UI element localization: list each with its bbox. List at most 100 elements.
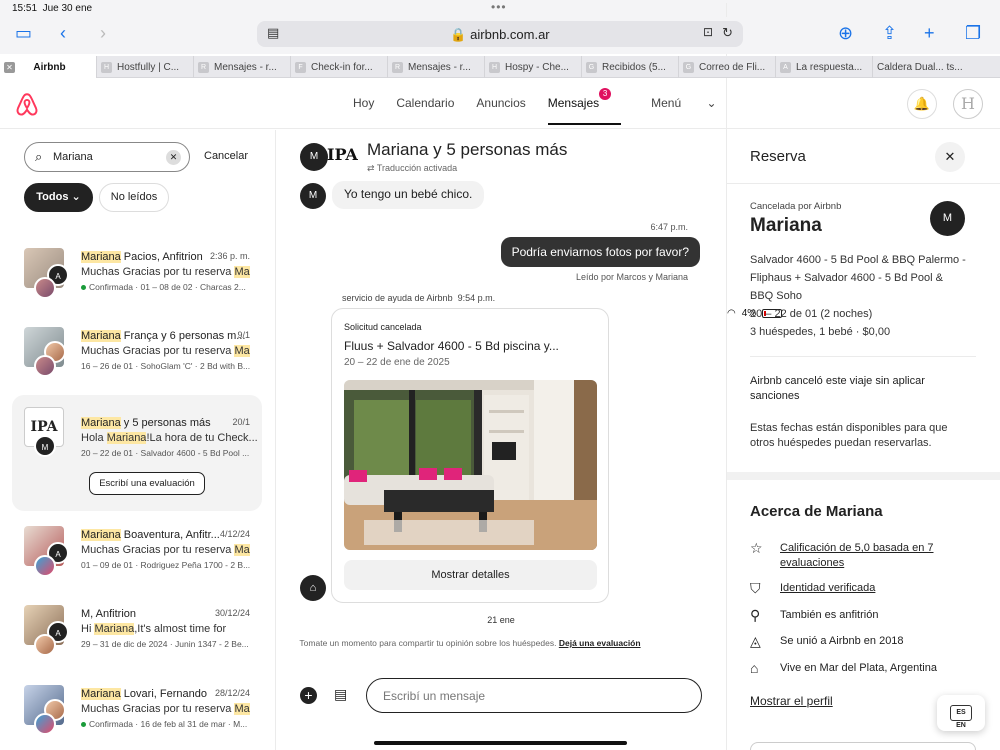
back-icon[interactable]: ‹ [60,23,66,43]
conversation-date: 28/12/24 [214,688,250,698]
filter-todos[interactable]: Todos ⌄ [24,183,93,212]
reservation-card: Solicitud cancelada Fluus + Salvador 460… [331,308,609,603]
new-tab-icon[interactable]: + [924,23,935,43]
search-icon: ⌕ [35,149,43,164]
conversation-name: Mariana Lovari, Fernando [81,688,207,700]
tab-recibidos[interactable]: G Recibidos (5... [582,56,679,78]
list-item[interactable]: A M, Anfitrion 30/12/24 Hi Mariana,It's … [12,605,262,665]
nav-mensajes[interactable]: Mensajes 3 [547,88,622,125]
reload-icon[interactable]: ↻ [722,25,733,41]
status-dot-icon [81,285,86,291]
show-profile-link[interactable]: Mostrar el perfil [750,694,833,708]
notifications-bell-icon[interactable]: 🔔 [907,89,937,119]
list-item[interactable]: A Mariana Boaventura, Anfitr... 4/12/24 … [12,526,262,586]
reservation-header: Reserva ✕ [727,130,1000,184]
message-time: 6:47 p.m. [650,222,688,232]
tab-respuesta[interactable]: A La respuesta... [776,56,873,78]
chevron-down-icon: ⌄ [706,96,717,110]
tab-correo[interactable]: G Correo de Fli... [679,56,776,78]
status-dot-icon [81,722,86,728]
about-title: Acerca de Mariana [750,503,883,520]
reservation-details: Salvador 4600 - 5 Bd Pool & BBQ Palermo … [750,254,966,338]
search-input[interactable]: ⌕ Mariana ✕ [24,142,190,172]
list-item[interactable]: Mariana França y 6 personas m... 9/1 Muc… [12,327,262,387]
guest-avatar [34,355,56,377]
filter-no-leidos[interactable]: No leídos [99,183,169,212]
tab-hospy[interactable]: H Hospy - Che... [485,56,582,78]
sender-avatar: M [300,183,326,209]
tabs-overview-icon[interactable]: ❐ [965,23,981,43]
card-title: Fluus + Salvador 4600 - 5 Bd piscina y..… [344,339,559,353]
guest-avatar [34,555,56,577]
translate-toggle-button[interactable]: ES EN [937,695,985,731]
listing-photo[interactable] [344,380,597,550]
nav-menu[interactable]: Menú ⌄ [651,96,738,110]
nav-hoy[interactable]: Hoy [353,96,374,110]
conversation-meta: 20 – 22 de 01 · Salvador 4600 - 5 Bd Poo… [81,448,250,458]
share-icon[interactable]: ⇪ [882,23,897,43]
close-icon[interactable]: ✕ [935,142,965,172]
divider [750,356,976,357]
add-attachment-icon[interactable]: + [300,687,317,704]
status-bar: 15:51 Jue 30 ene ••• ◠ 4% [0,0,1000,623]
conversation-name: Mariana Boaventura, Anfitr... [81,529,220,541]
show-details-button[interactable]: Mostrar detalles [344,560,597,590]
chat-panel: M IPA Mariana y 5 personas más ⇄ Traducc… [277,130,725,750]
tab-hostfully[interactable]: H Hostfully | C... [97,56,194,78]
availability-note: Estas fechas están disponibles para que … [750,422,948,449]
star-icon: ☆ [750,540,763,556]
quick-replies-icon[interactable]: ▤ [334,686,347,703]
conversation-date: 2:36 p. m. [209,251,250,261]
tab-caldera[interactable]: Caldera Dual... ts... [873,56,1000,78]
conversation-meta: Confirmada · 01 – 08 de 02 · Charcas 2..… [81,282,251,292]
message-outgoing: Podría enviarnos fotos por favor? [500,237,700,267]
chat-header: M IPA Mariana y 5 personas más ⇄ Traducc… [277,130,725,180]
message-input[interactable]: Escribí un mensaje [366,678,702,713]
nav-anuncios[interactable]: Anuncios [476,96,525,110]
tab-airbnb[interactable]: ✕ Airbnb [0,56,97,78]
chat-title[interactable]: Mariana y 5 personas más [367,140,567,160]
reservation-panel: Reserva ✕ Cancelada por Airbnb Mariana M… [726,130,1000,750]
home-indicator[interactable] [374,741,627,745]
tab-mensajes-2[interactable]: R Mensajes - r... [388,56,485,78]
message-incoming: Yo tengo un bebé chico. [332,181,485,209]
airbnb-logo-icon[interactable] [14,91,40,117]
download-icon[interactable]: ⊕ [838,23,853,43]
write-review-button[interactable]: Escribí una evaluación [89,472,205,495]
guest-name: Mariana [750,215,822,236]
address-bar[interactable]: ▤ 🔒 airbnb.com.ar ⊡ ↻ [257,21,743,47]
tab-bar-icon[interactable]: ⊡ [703,25,713,39]
leave-review-link[interactable]: Dejá una evaluación [559,638,641,648]
list-item[interactable]: Mariana Lovari, Fernando 28/12/24 Muchas… [12,685,262,745]
airbnb-support-avatar: ⌂ [300,575,326,601]
review-prompt: Tomate un momento para compartir tu opin… [299,638,641,648]
sidebar-icon[interactable]: ▭ [15,23,32,43]
multitasking-dots[interactable]: ••• [491,0,507,14]
list-item[interactable]: A Mariana Pacios, Anfitrion 2:36 p. m. M… [12,248,262,308]
cancel-search-button[interactable]: Cancelar [204,150,248,162]
conversation-preview: Hi Mariana,It's almost time for [81,623,227,635]
close-tab-icon[interactable]: ✕ [4,61,15,73]
translation-status[interactable]: ⇄ Traducción activada [367,163,457,174]
list-item-selected[interactable]: IPA M Mariana y 5 personas más 20/1 Hola… [12,395,262,511]
forward-icon[interactable]: › [100,23,106,43]
conversation-meta: 01 – 09 de 01 · Rodriguez Peña 1700 - 2 … [81,560,251,570]
nav-calendario[interactable]: Calendario [396,96,454,110]
service-label: servicio de ayuda de Airbnb 9:54 p.m. [342,293,496,303]
shield-check-icon: ⛉ [750,580,761,596]
conversation-meta: Confirmada · 16 de feb al 31 de mar · M.… [81,719,251,729]
conversation-meta: 16 – 26 de 01 · SohoGlam 'C' · 2 Bd with… [81,361,251,371]
reservation-title: Reserva [750,148,806,165]
clear-search-icon[interactable]: ✕ [166,150,181,165]
listing-logo: IPA [327,145,358,164]
airbnb-icon: ◬ [750,633,761,649]
conversation-name: Mariana y 5 personas más [81,417,211,429]
conversation-preview: Muchas Gracias por tu reserva Ma [81,703,250,715]
guest-avatar[interactable]: M [930,201,965,236]
conversation-name: Mariana França y 6 personas m... [81,330,246,342]
language-icon: ES EN [950,705,972,729]
tab-mensajes-1[interactable]: R Mensajes - r... [194,56,291,78]
profile-avatar[interactable]: H [953,89,983,119]
tab-checkin[interactable]: F Check-in for... [291,56,388,78]
main-nav: Hoy Calendario Anuncios Mensajes 3 Menú ⌄ [353,88,761,125]
